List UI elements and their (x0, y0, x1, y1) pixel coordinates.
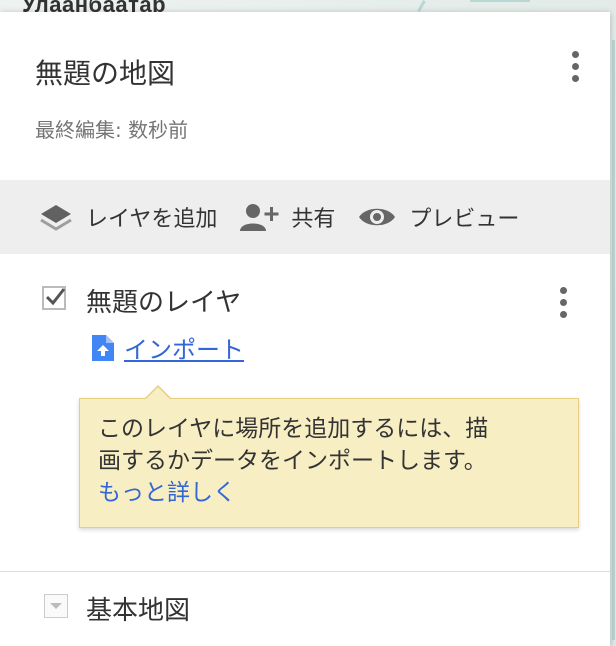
layer-visibility-checkbox[interactable] (42, 286, 66, 310)
map-road (470, 0, 530, 2)
add-person-icon (240, 204, 279, 231)
map-options-kebab-icon[interactable] (563, 48, 587, 84)
basemap-expand-toggle[interactable] (44, 594, 68, 618)
layer-options-kebab-icon[interactable] (551, 284, 575, 320)
preview-label: プレビュー (409, 207, 520, 232)
layer-title[interactable]: 無題のレイヤ (86, 282, 241, 319)
chevron-down-icon (50, 603, 62, 609)
basemap-title[interactable]: 基本地図 (86, 590, 190, 627)
layer-section: 無題のレイヤ インポート このレイヤに場所を追加するには、描 画するかデータをイ… (0, 254, 610, 572)
map-title[interactable]: 無題の地図 (35, 52, 175, 92)
tooltip-text-line2: 画するかデータをインポートします。 (98, 448, 487, 474)
eye-icon (359, 208, 396, 226)
preview-button[interactable]: プレビュー (357, 180, 519, 254)
map-editor-panel: 無題の地図 最終編集: 数秒前 レイヤを追加 共有 プレビュー 無題のレイヤ イ… (0, 12, 610, 646)
import-file-icon (92, 334, 114, 361)
add-layer-button[interactable]: レイヤを追加 (38, 180, 217, 254)
checkmark-icon (45, 288, 66, 306)
layer-help-tooltip: このレイヤに場所を追加するには、描 画するかデータをインポートします。 もっと詳… (79, 385, 579, 528)
map-road (417, 0, 426, 12)
learn-more-link[interactable]: もっと詳しく (98, 477, 560, 509)
share-button[interactable]: 共有 (239, 180, 335, 254)
tooltip-text-line1: このレイヤに場所を追加するには、描 (98, 416, 489, 442)
panel-toolbar: レイヤを追加 共有 プレビュー (0, 180, 610, 254)
map-road (612, 40, 615, 640)
basemap-section: 基本地図 (0, 572, 610, 646)
import-row[interactable]: インポート (92, 330, 244, 365)
tooltip-arrow-fill (145, 387, 171, 400)
last-edited-status: 最終編集: 数秒前 (35, 118, 189, 142)
share-label: 共有 (291, 207, 336, 232)
add-layer-label: レイヤを追加 (86, 207, 218, 232)
panel-header: 無題の地図 最終編集: 数秒前 (0, 12, 610, 180)
import-link[interactable]: インポート (124, 330, 244, 365)
layers-icon (40, 205, 72, 231)
